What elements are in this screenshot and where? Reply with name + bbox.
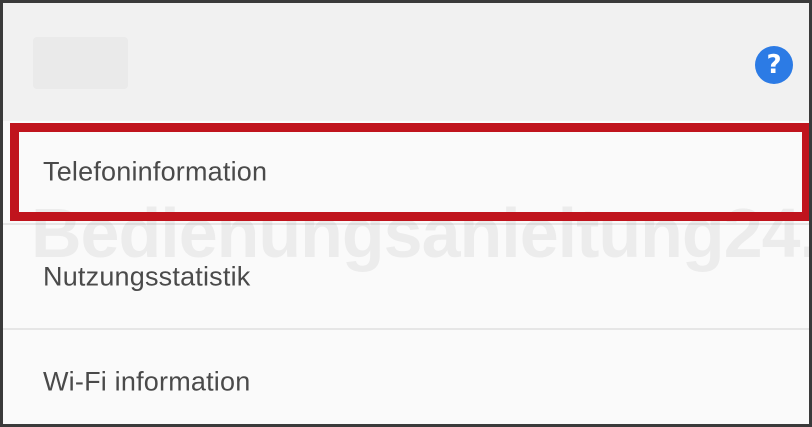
list-item-label: Telefoninformation xyxy=(43,156,268,187)
app-bar: ? xyxy=(3,3,809,121)
settings-list: Telefoninformation Nutzungsstatistik Wi-… xyxy=(3,121,809,424)
list-item-telefoninformation[interactable]: Telefoninformation xyxy=(3,121,809,223)
app-bar-title xyxy=(33,37,128,89)
list-item-nutzungsstatistik[interactable]: Nutzungsstatistik xyxy=(3,223,809,328)
list-item-wifi-information[interactable]: Wi-Fi information xyxy=(3,328,809,424)
help-icon[interactable]: ? xyxy=(755,46,793,84)
list-item-label: Wi-Fi information xyxy=(43,366,251,396)
screenshot-frame: ? Telefoninformation Nutzungsstatistik W… xyxy=(0,0,812,427)
list-item-label: Nutzungsstatistik xyxy=(43,261,251,291)
